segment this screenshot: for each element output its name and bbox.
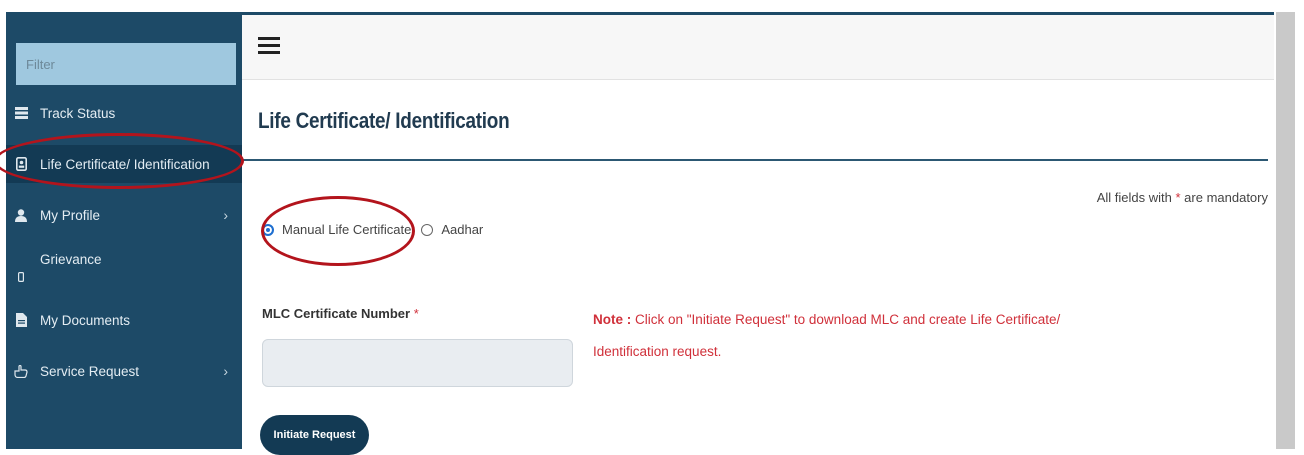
sidebar-item-service-request[interactable]: Service Request › xyxy=(6,352,242,390)
sidebar-item-label: Track Status xyxy=(40,105,116,121)
sidebar-item-track-status[interactable]: Track Status xyxy=(6,94,242,132)
manual-life-certificate-radio[interactable] xyxy=(262,223,274,236)
required-star: * xyxy=(413,306,419,321)
sidebar-item-life-certificate[interactable]: Life Certificate/ Identification xyxy=(6,145,242,183)
sidebar-item-label: Grievance xyxy=(40,251,102,267)
mlc-certificate-number-label: MLC Certificate Number * xyxy=(262,306,419,321)
manual-life-certificate-label[interactable]: Manual Life Certificate xyxy=(282,222,411,237)
sidebar-item-my-profile[interactable]: My Profile › xyxy=(6,196,242,234)
aadhar-label[interactable]: Aadhar xyxy=(441,222,483,237)
certificate-type-radio-group: Manual Life Certificate Aadhar xyxy=(262,222,489,237)
chevron-right-icon: › xyxy=(223,363,228,379)
id-badge-icon xyxy=(14,157,28,171)
page-title: Life Certificate/ Identification xyxy=(258,108,510,133)
mlc-certificate-number-input[interactable] xyxy=(262,339,573,387)
sidebar-item-grievance[interactable]: Grievance xyxy=(6,248,242,286)
top-bar xyxy=(242,15,1274,80)
note-text: Note : Click on "Initiate Request" to do… xyxy=(593,312,1061,359)
sidebar-item-my-documents[interactable]: My Documents xyxy=(6,301,242,339)
list-icon xyxy=(14,106,28,120)
sidebar-item-label: My Documents xyxy=(40,312,131,328)
hand-pointer-icon xyxy=(14,364,28,378)
sidebar: Track Status Life Certificate/ Identific… xyxy=(6,12,242,449)
title-divider xyxy=(242,159,1268,161)
note-prefix: Note : xyxy=(593,312,632,327)
filter-input[interactable] xyxy=(16,43,236,85)
sidebar-item-label: Life Certificate/ Identification xyxy=(40,156,210,172)
sidebar-item-label: My Profile xyxy=(40,207,101,223)
aadhar-radio[interactable] xyxy=(421,223,434,236)
scrollbar[interactable] xyxy=(1276,12,1295,449)
mobile-icon xyxy=(14,270,28,284)
mandatory-fields-notice: All fields with * are mandatory xyxy=(1096,190,1268,205)
initiate-request-button[interactable]: Initiate Request xyxy=(260,415,369,455)
document-icon xyxy=(14,313,28,327)
hamburger-menu-icon[interactable] xyxy=(258,37,280,55)
chevron-right-icon: › xyxy=(223,207,228,223)
user-icon xyxy=(14,208,28,222)
sidebar-item-label: Service Request xyxy=(40,363,140,379)
